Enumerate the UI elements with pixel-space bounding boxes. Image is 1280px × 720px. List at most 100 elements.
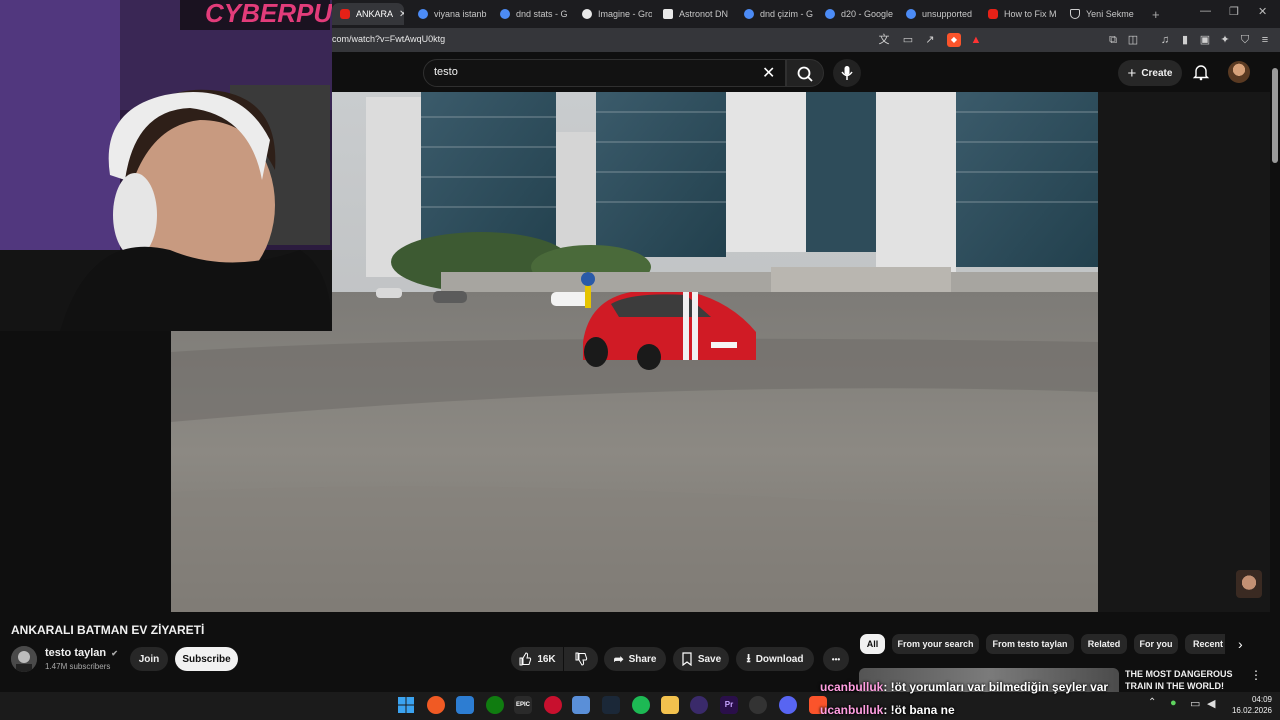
search-icon: [797, 66, 813, 82]
search-input[interactable]: [423, 59, 786, 87]
tab-d20[interactable]: d20 - Google: [817, 3, 895, 25]
tab-label: dnd stats - G: [516, 9, 568, 19]
xbox-icon[interactable]: [486, 696, 504, 714]
channel-name-text: testo taylan: [45, 647, 107, 659]
more-actions-button[interactable]: •••: [823, 647, 849, 671]
clock-date: 16.02.2026: [1231, 706, 1272, 715]
discord-icon[interactable]: [779, 696, 797, 714]
menu-icon[interactable]: ≡: [1258, 33, 1272, 47]
microphone-tray-icon[interactable]: ●: [1170, 697, 1177, 709]
dislike-button[interactable]: [564, 647, 598, 671]
spotify-icon[interactable]: [632, 696, 650, 714]
close-tab-icon[interactable]: ✕: [399, 9, 404, 20]
search-input-value[interactable]: testo: [434, 66, 458, 78]
chat-text: : !öt yorumları var bilmediğin şeyler va…: [883, 680, 1109, 694]
cast-icon[interactable]: ▭: [901, 33, 915, 47]
ai-icon[interactable]: ✦: [1218, 33, 1232, 47]
extensions-icon[interactable]: ⧉: [1106, 33, 1120, 47]
calculator-icon[interactable]: [572, 696, 590, 714]
like-button[interactable]: 16K: [511, 647, 563, 671]
tab-label: dnd çizim - G: [760, 9, 814, 19]
music-icon[interactable]: ♫: [1158, 33, 1172, 47]
thumbs-down-icon: [575, 652, 588, 666]
youtube-favicon-icon: [988, 9, 998, 19]
url-text[interactable]: com/watch?v=FwtAwqU0ktg: [332, 34, 445, 44]
thumbs-up-icon: [519, 652, 532, 666]
chip-from-testo-taylan[interactable]: From testo taylan: [986, 634, 1074, 654]
tab-viyana[interactable]: viyana istanb: [410, 3, 488, 25]
like-count: 16K: [537, 653, 556, 665]
sidebar-icon[interactable]: ▮: [1178, 33, 1192, 47]
chat-message: ucanbulluk: !öt yorumları var bilmediğin…: [820, 680, 1108, 694]
tab-label: viyana istanb: [434, 9, 487, 19]
tab-dnd-cizim[interactable]: dnd çizim - G: [736, 3, 814, 25]
subscribe-button[interactable]: Subscribe: [175, 647, 238, 671]
desktop-app-icon[interactable]: [456, 696, 474, 714]
share-page-icon[interactable]: ↗: [923, 33, 937, 47]
channel-name[interactable]: testo taylan ✔: [45, 647, 118, 659]
google-favicon-icon: [825, 9, 835, 19]
youtube-favicon-icon: [340, 9, 350, 19]
webcam-overlay: CYBERPUN: [0, 0, 332, 331]
maximize-icon[interactable]: ❐: [1229, 5, 1239, 18]
minimize-icon[interactable]: —: [1200, 5, 1211, 17]
tab-imagine[interactable]: Imagine - Gro: [574, 3, 652, 25]
chip-related[interactable]: Related: [1081, 634, 1127, 654]
volume-icon[interactable]: ◀: [1207, 697, 1215, 710]
steam-icon[interactable]: [602, 696, 620, 714]
tab-how-to-fix[interactable]: How to Fix M: [980, 3, 1058, 25]
tray-chevron-icon[interactable]: ⌃: [1148, 697, 1156, 708]
tab-unsupported[interactable]: unsupported: [898, 3, 976, 25]
chip-for-you[interactable]: For you: [1134, 634, 1178, 654]
tab-yeni-sekme[interactable]: Yeni Sekme: [1062, 3, 1142, 25]
obs-icon[interactable]: [690, 696, 708, 714]
svg-text:CYBERPUN: CYBERPUN: [205, 0, 332, 28]
share-button[interactable]: ➦ Share: [604, 647, 666, 671]
brave-rewards-icon[interactable]: ▲: [969, 33, 983, 47]
riot-client-icon[interactable]: [544, 696, 562, 714]
kebab-menu-icon[interactable]: ⋮: [1250, 668, 1262, 682]
screenshot-icon[interactable]: ◫: [1126, 33, 1140, 47]
epic-games-icon[interactable]: EPIC: [514, 696, 532, 714]
firefox-icon[interactable]: [427, 696, 445, 714]
scrollbar-thumb[interactable]: [1272, 68, 1278, 163]
tab-label: Yeni Sekme: [1086, 9, 1134, 19]
vpn-icon[interactable]: ⛉: [1238, 33, 1252, 47]
windows-start-icon[interactable]: [397, 696, 415, 714]
share-label: Share: [628, 653, 657, 665]
chat-message: ucanbulluk: !öt bana ne: [820, 703, 955, 717]
brave-shield-icon[interactable]: ◆: [947, 33, 961, 47]
display-tray-icon[interactable]: ▭: [1190, 697, 1200, 710]
tab-astronot[interactable]: Astronot DN: [655, 3, 733, 25]
streamer-mini-avatar: [1236, 570, 1262, 598]
channel-avatar[interactable]: [11, 646, 37, 672]
translate-icon[interactable]: 文: [877, 33, 891, 47]
chip-from-your-search[interactable]: From your search: [892, 634, 979, 654]
download-label: Download: [755, 653, 804, 665]
premiere-icon[interactable]: Pr: [720, 696, 738, 714]
account-avatar[interactable]: [1228, 61, 1250, 83]
taskbar-clock[interactable]: 04:09 16.02.2026: [1222, 694, 1272, 716]
save-button[interactable]: Save: [673, 647, 729, 671]
join-button[interactable]: Join: [130, 647, 168, 671]
wallet-icon[interactable]: ▣: [1198, 33, 1212, 47]
tab-dnd-stats[interactable]: dnd stats - G: [492, 3, 570, 25]
chip-all[interactable]: All: [860, 634, 885, 654]
search-button[interactable]: [786, 59, 824, 87]
tab-label: Astronot DN: [679, 9, 729, 19]
chip-recent[interactable]: Recent: [1185, 634, 1225, 654]
notifications-bell-icon[interactable]: [1192, 63, 1210, 81]
plus-icon: +: [1127, 64, 1137, 82]
file-explorer-icon[interactable]: [661, 696, 679, 714]
download-button[interactable]: ⭳ Download: [736, 647, 814, 671]
close-window-icon[interactable]: ✕: [1258, 5, 1267, 18]
recommended-title[interactable]: THE MOST DANGEROUS TRAIN IN THE WORLD!: [1125, 668, 1235, 690]
app-circle-icon[interactable]: [749, 696, 767, 714]
clear-search-icon[interactable]: ✕: [762, 63, 775, 83]
chevron-right-icon[interactable]: ›: [1238, 636, 1243, 652]
new-tab-button[interactable]: +: [1144, 3, 1164, 25]
save-label: Save: [697, 653, 722, 665]
create-button[interactable]: + Create: [1118, 60, 1182, 86]
voice-search-button[interactable]: [833, 59, 861, 87]
tab-youtube-active[interactable]: ANKARA ✕: [332, 3, 404, 25]
